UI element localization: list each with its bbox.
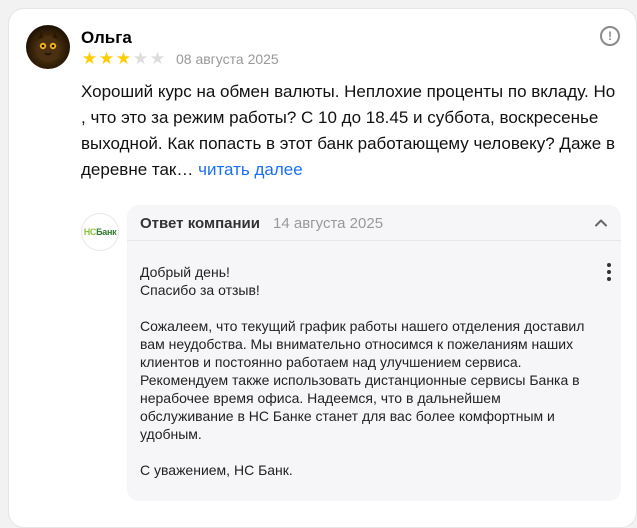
logo-text-bank: Банк xyxy=(96,227,117,237)
reply-signature: С уважением, НС Банк. xyxy=(140,462,293,478)
read-more-link[interactable]: читать далее xyxy=(198,160,303,179)
star-icon: ★ xyxy=(115,49,132,68)
review-text-body: Хороший курс на обмен валюты. Неплохие п… xyxy=(81,82,616,179)
review-card: Ольга ★ ★ ★ ★ ★ 08 августа 2025 ! Хороший ку… xyxy=(8,8,637,528)
company-logo: НС Банк xyxy=(81,213,119,251)
company-reply: Ответ компании 14 августа 2025 Добрый де… xyxy=(127,205,621,501)
review-date: 08 августа 2025 xyxy=(176,51,279,67)
star-icon: ★ xyxy=(149,49,166,68)
info-icon[interactable]: ! xyxy=(600,26,620,46)
review-text: Хороший курс на обмен валюты. Неплохие п… xyxy=(81,79,621,183)
star-icon: ★ xyxy=(98,49,115,68)
reply-greeting-line-1: Добрый день! xyxy=(140,264,230,280)
reply-header[interactable]: Ответ компании 14 августа 2025 xyxy=(127,205,621,241)
author-name[interactable]: Ольга xyxy=(81,28,132,48)
reply-title: Ответ компании xyxy=(140,215,260,232)
reply-message: Сожалеем, что текущий график работы наше… xyxy=(140,318,585,442)
reply-date: 14 августа 2025 xyxy=(273,215,384,232)
chevron-up-icon[interactable] xyxy=(593,215,609,231)
star-icon: ★ xyxy=(81,49,98,68)
logo-text-ns: НС xyxy=(83,227,97,237)
rating-stars: ★ ★ ★ ★ ★ xyxy=(81,50,166,67)
reply-body: Добрый день! Спасибо за отзыв! Сожалеем,… xyxy=(140,263,590,479)
more-vertical-icon[interactable] xyxy=(605,263,613,281)
avatar[interactable] xyxy=(26,25,70,69)
star-icon: ★ xyxy=(132,49,149,68)
reply-greeting-line-2: Спасибо за отзыв! xyxy=(140,282,260,298)
